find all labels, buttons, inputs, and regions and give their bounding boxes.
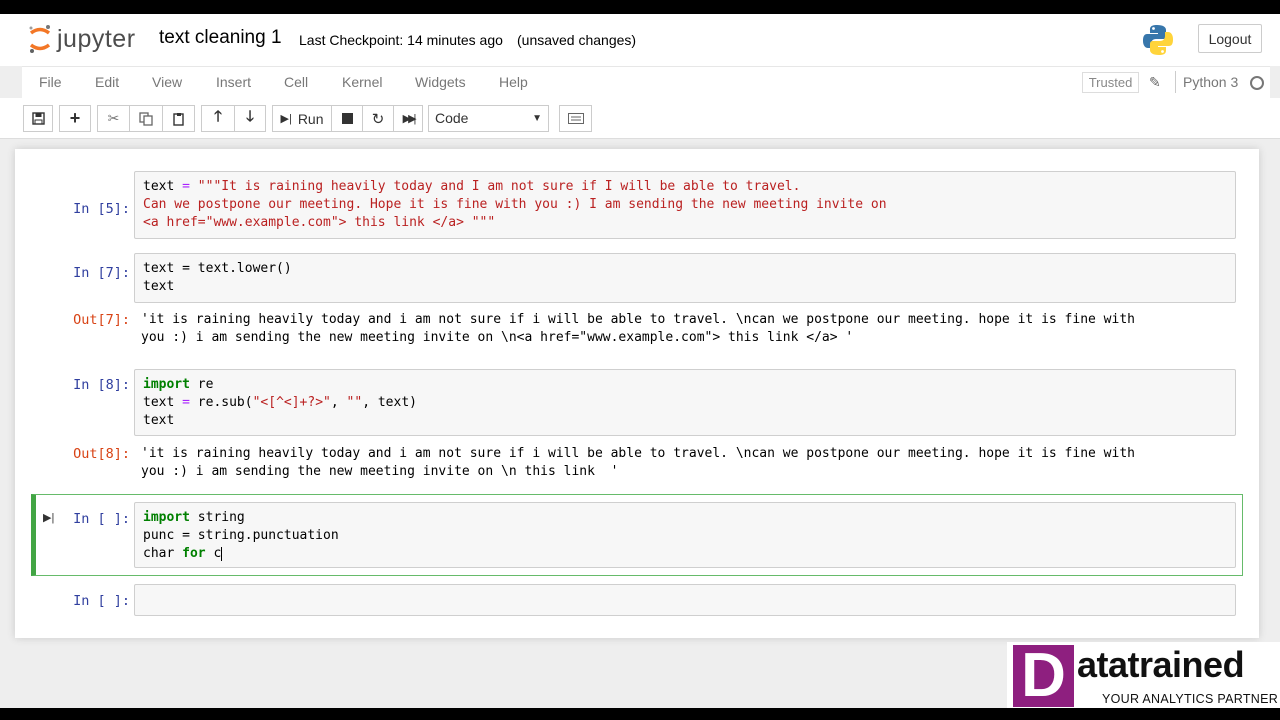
text-cursor: [221, 546, 223, 561]
stop-icon: [341, 113, 353, 124]
cut-button[interactable]: ✂: [97, 105, 129, 132]
output-line: you :) i am sending the new meeting invi…: [141, 330, 854, 345]
code-line: import string: [143, 510, 245, 525]
code-line: text = """It is raining heavily today an…: [143, 179, 801, 194]
bottom-black-bar: [0, 708, 1280, 720]
datatrained-tagline: YOUR ANALYTICS PARTNER: [1102, 692, 1279, 706]
notebook-container: In [5]: text = """It is raining heavily …: [15, 149, 1259, 638]
unsaved-changes-status: (unsaved changes): [517, 32, 637, 48]
jupyter-logo-text: jupyter: [57, 24, 136, 53]
input-prompt: In [7]:: [73, 265, 130, 281]
scissors-icon: ✂: [107, 110, 120, 126]
kernel-name[interactable]: Python 3: [1183, 74, 1238, 90]
code-line: char for c: [143, 546, 223, 561]
plus-icon: +: [69, 108, 81, 128]
output-line: 'it is raining heavily today and i am no…: [141, 446, 1135, 461]
menu-cell[interactable]: Cell: [284, 74, 308, 90]
restart-button[interactable]: ↻: [362, 105, 393, 132]
top-black-bar: [0, 0, 1280, 14]
interrupt-button[interactable]: [331, 105, 362, 132]
refresh-icon: ↻: [371, 110, 385, 128]
output-cell-7: Out[7]: 'it is raining heavily today and…: [15, 309, 1259, 349]
keyboard-icon: [567, 113, 584, 124]
toolbar: + ✂ 🡑 🡓 ▶| Run ↻ ▶▶| Code ▼: [0, 98, 1280, 139]
code-cell-8[interactable]: In [8]: import re text = re.sub("<[^<]+?…: [15, 369, 1259, 437]
output-cell-8: Out[8]: 'it is raining heavily today and…: [15, 443, 1259, 483]
copy-button[interactable]: [129, 105, 162, 132]
copy-icon: [139, 111, 153, 126]
output-prompt: Out[7]:: [73, 312, 130, 328]
code-cell-empty[interactable]: In [ ]:: [15, 584, 1259, 618]
fast-forward-icon: ▶▶|: [402, 113, 417, 125]
input-prompt: In [ ]:: [73, 593, 130, 609]
cell-type-select[interactable]: Code ▼: [428, 105, 549, 132]
cell-type-value: Code: [435, 110, 469, 126]
notebook-title[interactable]: text cleaning 1: [159, 27, 282, 49]
menu-help[interactable]: Help: [499, 74, 528, 90]
paste-button[interactable]: [162, 105, 195, 132]
arrow-up-icon: 🡑: [214, 108, 222, 125]
cell-input-area[interactable]: import string punc = string.punctuation …: [134, 502, 1236, 568]
code-line: <a href="www.example.com"> this link </a…: [143, 215, 496, 230]
datatrained-logo-letter: D: [1013, 645, 1074, 707]
kernel-idle-icon: [1250, 76, 1264, 90]
code-line: text: [143, 413, 175, 428]
trusted-indicator[interactable]: Trusted: [1082, 72, 1139, 93]
move-down-button[interactable]: 🡓: [234, 105, 266, 132]
code-line: Can we postpone our meeting. Hope it is …: [143, 197, 887, 212]
code-cell-active[interactable]: ▶| In [ ]: import string punc = string.p…: [15, 502, 1259, 572]
datatrained-brand: atatrained: [1077, 644, 1245, 685]
jupyter-logo[interactable]: jupyter: [27, 22, 136, 56]
insert-cell-button[interactable]: +: [59, 105, 91, 132]
cell-input-area[interactable]: text = text.lower() text: [134, 253, 1236, 303]
input-prompt: In [ ]:: [73, 511, 130, 527]
python-logo-icon: [1143, 25, 1173, 55]
code-line: text = re.sub("<[^<]+?>", "", text): [143, 395, 417, 410]
code-line: text = text.lower(): [143, 261, 292, 276]
menu-insert[interactable]: Insert: [216, 74, 251, 90]
move-up-button[interactable]: 🡑: [201, 105, 234, 132]
notebook-header: jupyter text cleaning 1 Last Checkpoint:…: [0, 14, 1280, 66]
menu-file[interactable]: File: [39, 74, 62, 90]
input-prompt: In [8]:: [73, 377, 130, 393]
cell-input-area[interactable]: import re text = re.sub("<[^<]+?>", "", …: [134, 369, 1236, 436]
step-forward-icon: ▶|: [280, 113, 292, 125]
output-line: you :) i am sending the new meeting invi…: [141, 464, 619, 479]
code-cell-7[interactable]: In [7]: text = text.lower() text: [15, 253, 1259, 305]
menu-edit[interactable]: Edit: [95, 74, 119, 90]
restart-run-all-button[interactable]: ▶▶|: [393, 105, 423, 132]
output-prompt: Out[8]:: [73, 446, 130, 462]
save-icon: [31, 112, 45, 125]
command-palette-button[interactable]: [559, 105, 592, 132]
code-line: punc = string.punctuation: [143, 528, 339, 543]
cell-input-area[interactable]: text = """It is raining heavily today an…: [134, 171, 1236, 239]
logout-button[interactable]: Logout: [1198, 24, 1262, 53]
kernel-divider: [1175, 71, 1176, 93]
code-cell-5[interactable]: In [5]: text = """It is raining heavily …: [15, 171, 1259, 241]
save-button[interactable]: [23, 105, 53, 132]
run-label: Run: [297, 110, 324, 127]
menu-widgets[interactable]: Widgets: [415, 74, 466, 90]
menu-kernel[interactable]: Kernel: [342, 74, 382, 90]
menu-view[interactable]: View: [152, 74, 182, 90]
dropdown-caret-icon: ▼: [532, 113, 542, 124]
arrow-down-icon: 🡓: [246, 108, 254, 125]
last-checkpoint: Last Checkpoint: 14 minutes ago: [299, 32, 503, 48]
jupyter-logo-icon: [29, 25, 51, 53]
paste-icon: [172, 112, 184, 126]
code-line: import re: [143, 377, 214, 392]
output-line: 'it is raining heavily today and i am no…: [141, 312, 1135, 327]
code-line: text: [143, 279, 175, 294]
run-button[interactable]: ▶| Run: [272, 105, 331, 132]
datatrained-watermark: D atatrained YOUR ANALYTICS PARTNER: [1007, 642, 1280, 708]
code-text: """It is raining heavily today and I am …: [197, 179, 801, 194]
input-prompt: In [5]:: [73, 201, 130, 217]
cell-input-area[interactable]: [134, 584, 1236, 616]
edit-pencil-icon[interactable]: ✎: [1149, 74, 1161, 91]
menubar: File Edit View Insert Cell Kernel Widget…: [22, 66, 1270, 100]
